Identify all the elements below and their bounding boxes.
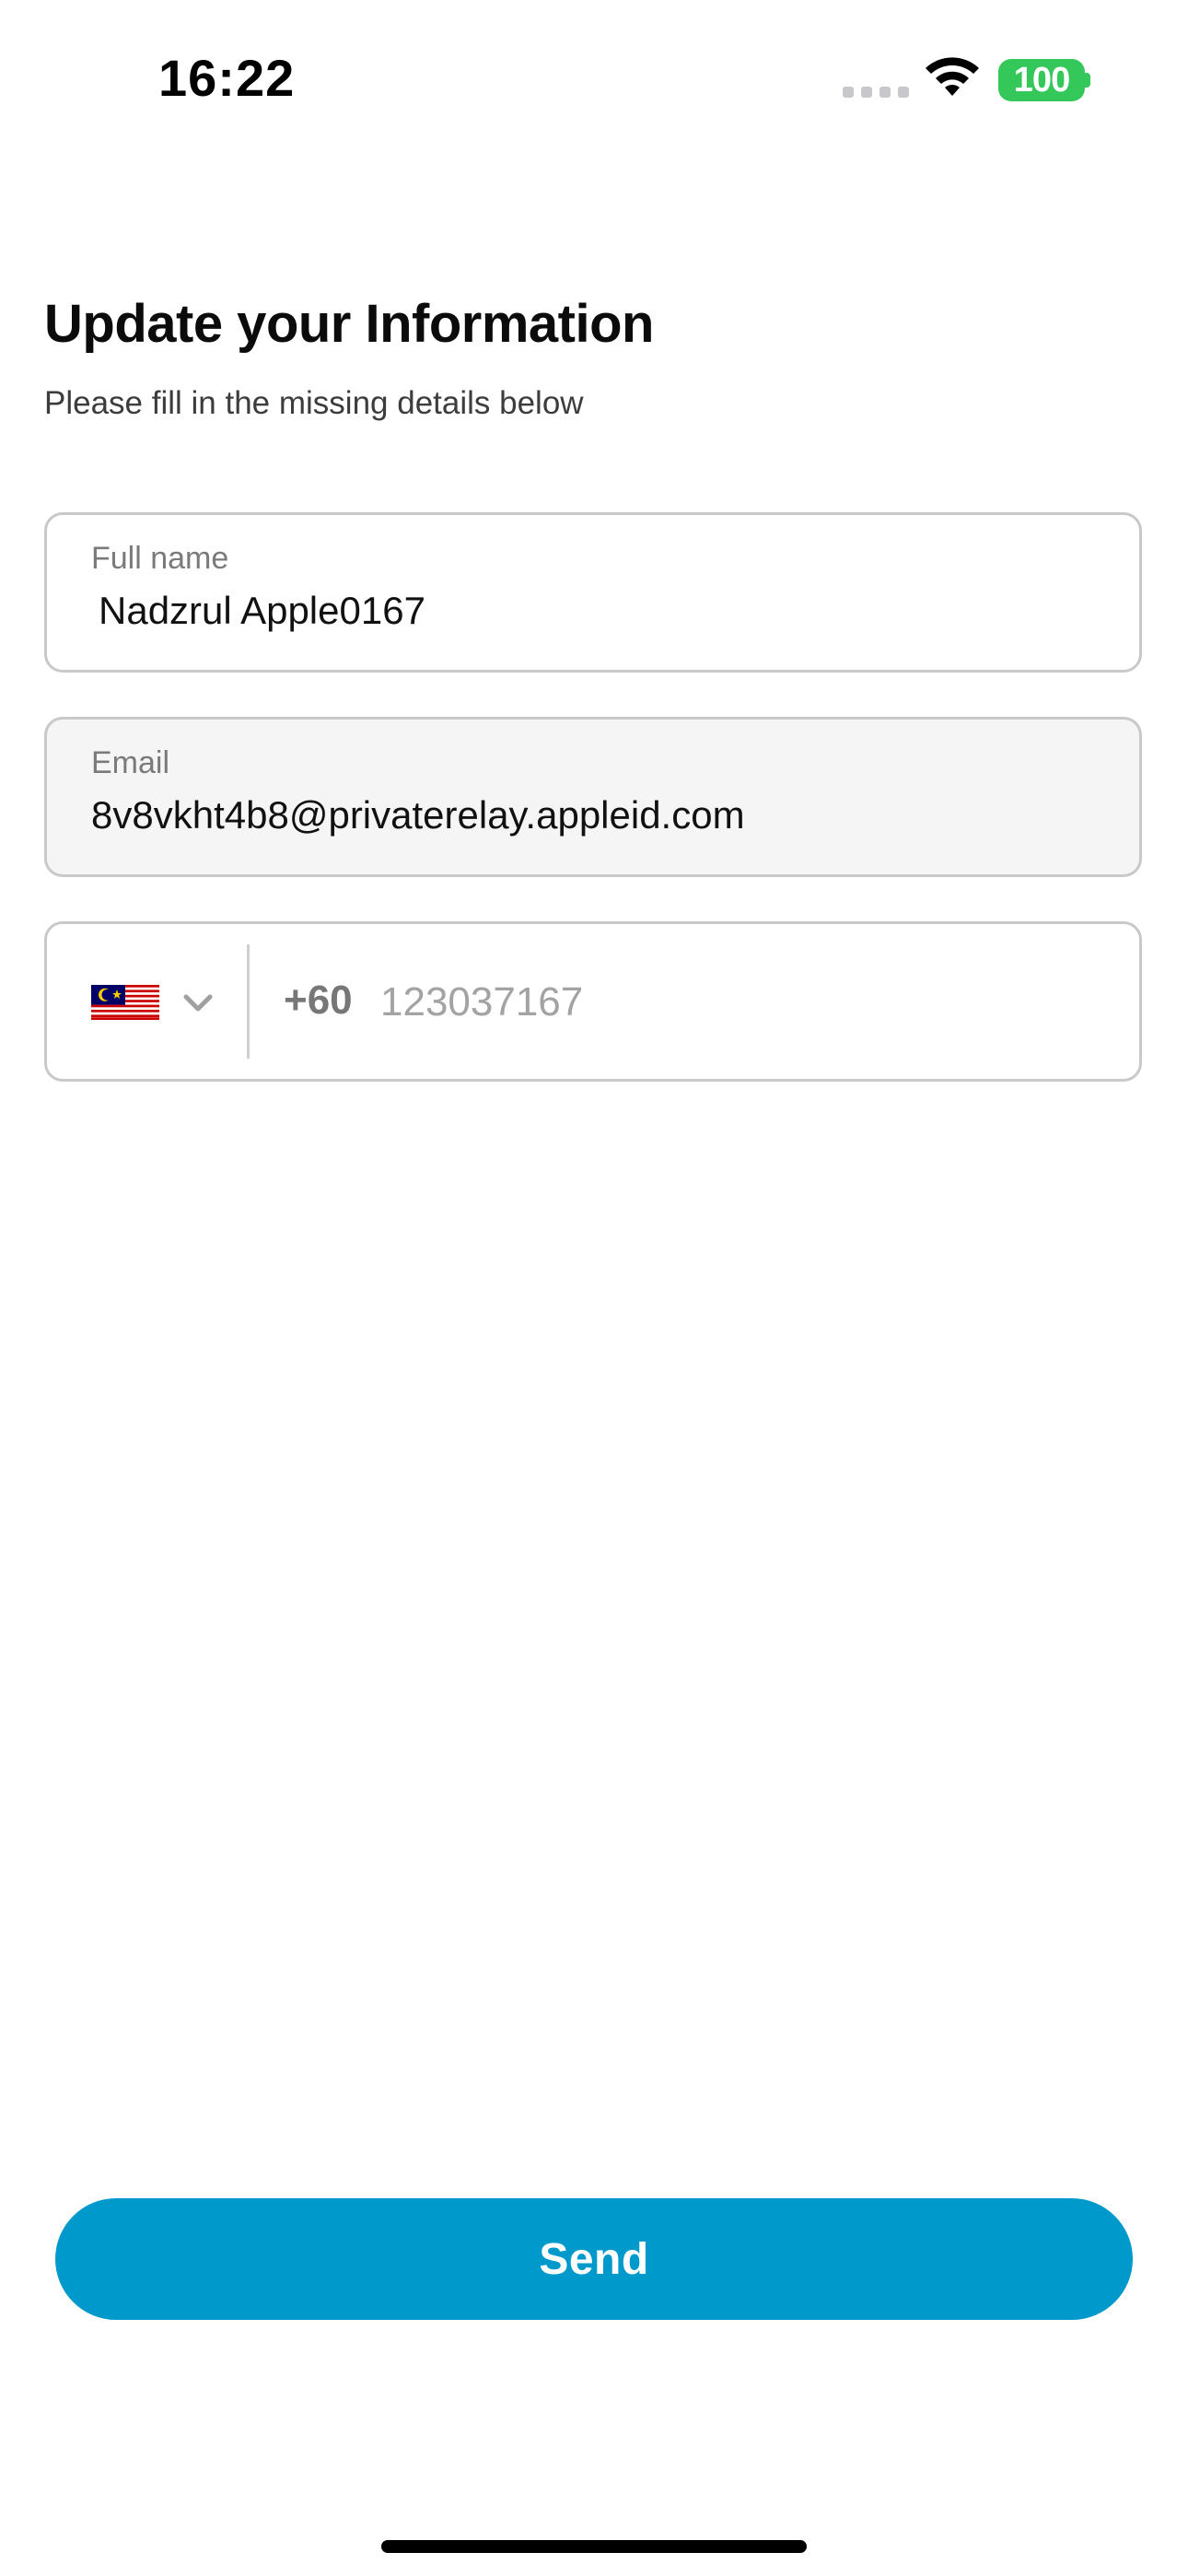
page-subtitle: Please fill in the missing details below bbox=[44, 385, 584, 421]
send-button[interactable]: Send bbox=[55, 2198, 1133, 2320]
dial-code: +60 bbox=[284, 978, 353, 1023]
email-label: Email bbox=[91, 745, 170, 780]
full-name-field[interactable]: Full name Nadzrul Apple0167 bbox=[44, 512, 1142, 673]
home-indicator[interactable] bbox=[381, 2540, 807, 2553]
battery-level: 100 bbox=[1013, 60, 1070, 100]
page-title: Update your Information bbox=[44, 294, 654, 354]
battery-tip bbox=[1085, 73, 1090, 88]
status-time: 16:22 bbox=[158, 49, 296, 107]
phone-field[interactable]: +60 bbox=[44, 921, 1142, 1082]
phone-divider bbox=[247, 944, 250, 1059]
status-bar: 16:22 100 bbox=[0, 0, 1188, 157]
malaysia-flag-icon[interactable] bbox=[91, 985, 159, 1020]
full-name-label: Full name bbox=[91, 541, 229, 576]
phone-input[interactable] bbox=[380, 970, 1099, 1035]
email-input: 8v8vkht4b8@privaterelay.appleid.com bbox=[91, 793, 745, 837]
wifi-icon bbox=[926, 57, 979, 96]
full-name-input[interactable]: Nadzrul Apple0167 bbox=[99, 589, 425, 633]
email-field: Email 8v8vkht4b8@privaterelay.appleid.co… bbox=[44, 717, 1142, 877]
battery-icon: 100 bbox=[998, 59, 1085, 101]
chevron-down-icon[interactable] bbox=[181, 989, 215, 1016]
update-information-screen: 16:22 100 Update your Information Please… bbox=[0, 0, 1188, 2576]
signal-dots-icon bbox=[843, 87, 909, 98]
